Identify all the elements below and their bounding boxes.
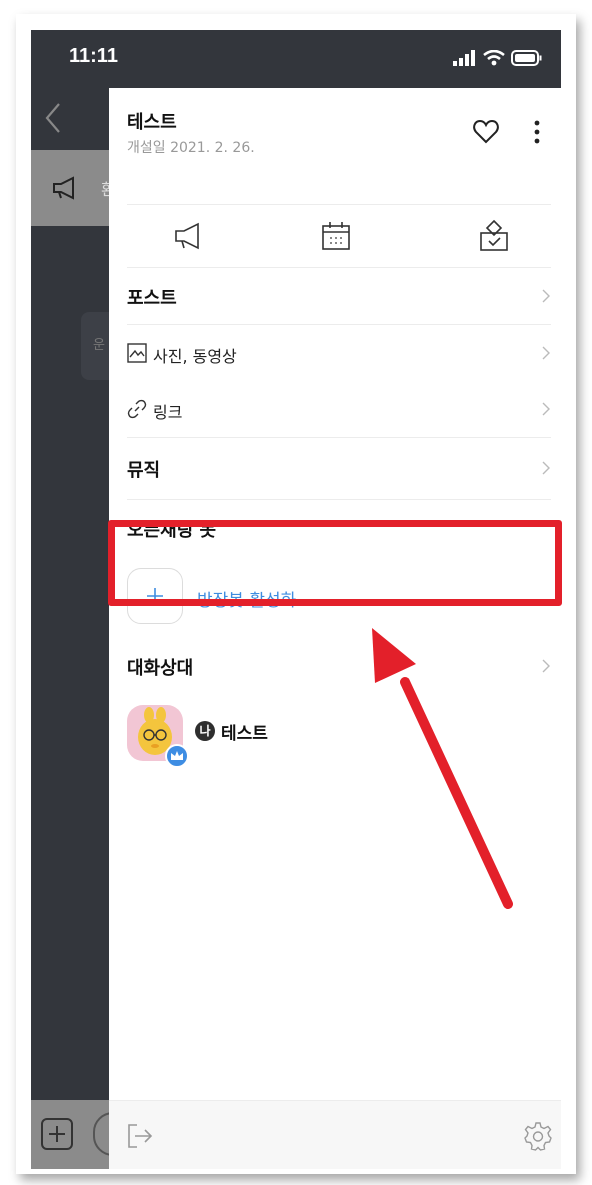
photo-icon [127, 343, 147, 363]
member-item[interactable]: 나 테스트 [109, 695, 561, 771]
heart-icon[interactable] [472, 118, 500, 146]
chat-room-drawer: 테스트 개설일 2021. 2. 26. 포스트 사진, 동영상 링크 뮤직 오… [109, 88, 561, 1169]
back-icon[interactable] [41, 102, 65, 134]
settings-icon[interactable] [523, 1121, 553, 1151]
status-bar: 11:11 [31, 30, 561, 88]
vote-icon[interactable] [477, 219, 511, 253]
chevron-right-icon [542, 659, 550, 673]
links-row[interactable]: 링크 [109, 381, 561, 437]
chat-bubble-text: 운 [93, 338, 105, 353]
room-created-date: 개설일 2021. 2. 26. [127, 140, 255, 156]
chevron-right-icon [542, 461, 550, 475]
wifi-icon [483, 50, 505, 66]
member-name: 테스트 [221, 724, 268, 744]
plus-icon[interactable] [41, 1118, 73, 1150]
chevron-right-icon [542, 289, 550, 303]
signal-icon [453, 50, 475, 66]
battery-icon [511, 50, 542, 66]
megaphone-icon [53, 176, 74, 200]
quick-actions [109, 205, 561, 267]
chevron-right-icon [542, 402, 550, 416]
more-icon[interactable] [527, 118, 547, 146]
megaphone-icon[interactable] [171, 219, 205, 253]
chat-input-bar [31, 1100, 133, 1169]
music-row[interactable]: 뮤직 [109, 440, 561, 496]
leave-icon[interactable] [125, 1121, 155, 1151]
members-label: 대화상대 [127, 658, 194, 679]
room-title: 테스트 [127, 112, 177, 133]
me-badge: 나 [195, 721, 215, 741]
links-label: 링크 [153, 403, 183, 422]
crown-icon [165, 744, 189, 768]
divider [127, 437, 551, 438]
music-label: 뮤직 [127, 460, 161, 481]
post-row[interactable]: 포스트 [109, 268, 561, 324]
post-label: 포스트 [127, 288, 177, 309]
notice-bar[interactable]: 환 [31, 150, 116, 226]
status-time: 11:11 [69, 45, 118, 67]
photos-videos-label: 사진, 동영상 [153, 347, 237, 366]
highlight-annotation [108, 520, 562, 606]
photos-videos-row[interactable]: 사진, 동영상 [109, 325, 561, 381]
chevron-right-icon [542, 346, 550, 360]
members-row[interactable]: 대화상대 [109, 638, 561, 694]
drawer-bottom-bar [109, 1100, 561, 1169]
link-icon [127, 399, 147, 419]
calendar-icon[interactable] [319, 219, 353, 253]
status-icons [453, 48, 543, 68]
